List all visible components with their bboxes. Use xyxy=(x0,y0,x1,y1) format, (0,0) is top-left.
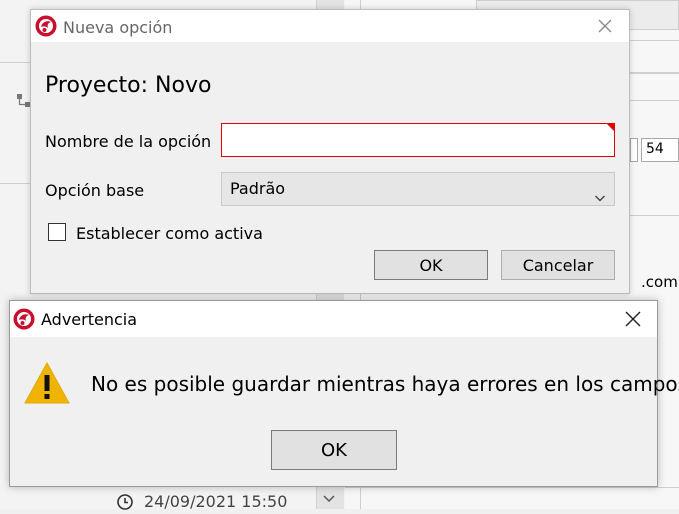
set-active-checkbox[interactable] xyxy=(48,223,66,241)
left-panel-divider xyxy=(0,183,30,184)
option-name-label: Nombre de la opción xyxy=(45,132,212,151)
warning-icon xyxy=(23,361,71,405)
new-option-dialog: Nueva opción Proyecto: Novo Nombre de la… xyxy=(30,9,630,294)
warning-titlebar[interactable]: Advertencia xyxy=(10,301,657,337)
project-heading: Proyecto: Novo xyxy=(45,73,212,98)
close-icon xyxy=(598,19,612,33)
warning-ok-button[interactable]: OK xyxy=(271,430,397,470)
cancel-button[interactable]: Cancelar xyxy=(501,250,615,280)
option-name-input[interactable] xyxy=(221,123,615,157)
base-option-select[interactable]: Padrão xyxy=(221,172,615,206)
app-logo-icon xyxy=(35,15,57,37)
right-panel-divider xyxy=(630,40,679,41)
close-icon xyxy=(625,311,641,327)
set-active-label[interactable]: Establecer como activa xyxy=(76,224,263,243)
dialog-titlebar[interactable]: Nueva opción xyxy=(31,10,629,42)
right-panel-divider xyxy=(630,72,679,74)
app-logo-icon xyxy=(13,308,35,330)
warning-message: No es posible guardar mientras haya erro… xyxy=(91,372,679,396)
chevron-down-icon xyxy=(594,183,606,202)
dialog-title: Nueva opción xyxy=(63,18,173,37)
background-number-field[interactable]: 54 xyxy=(641,138,679,162)
hierarchy-icon[interactable] xyxy=(17,93,31,112)
clock-icon xyxy=(117,494,133,514)
timestamp-text: 24/09/2021 15:50 xyxy=(144,492,288,511)
error-indicator xyxy=(607,124,614,131)
warning-dialog: Advertencia No es posible guardar mientr… xyxy=(9,300,679,487)
base-option-label: Opción base xyxy=(45,181,145,200)
warning-title: Advertencia xyxy=(41,310,138,329)
right-panel-divider xyxy=(630,100,679,101)
right-panel-divider xyxy=(630,215,679,216)
close-button[interactable] xyxy=(583,10,627,42)
ok-button[interactable]: OK xyxy=(374,250,488,280)
background-small-input[interactable] xyxy=(630,138,638,162)
background-email-text: .com xyxy=(641,273,678,291)
left-panel-divider xyxy=(0,62,30,63)
right-panel-divider xyxy=(345,487,679,488)
chevron-down-icon[interactable] xyxy=(323,489,335,508)
close-button[interactable] xyxy=(611,303,655,335)
base-option-value: Padrão xyxy=(230,179,286,198)
